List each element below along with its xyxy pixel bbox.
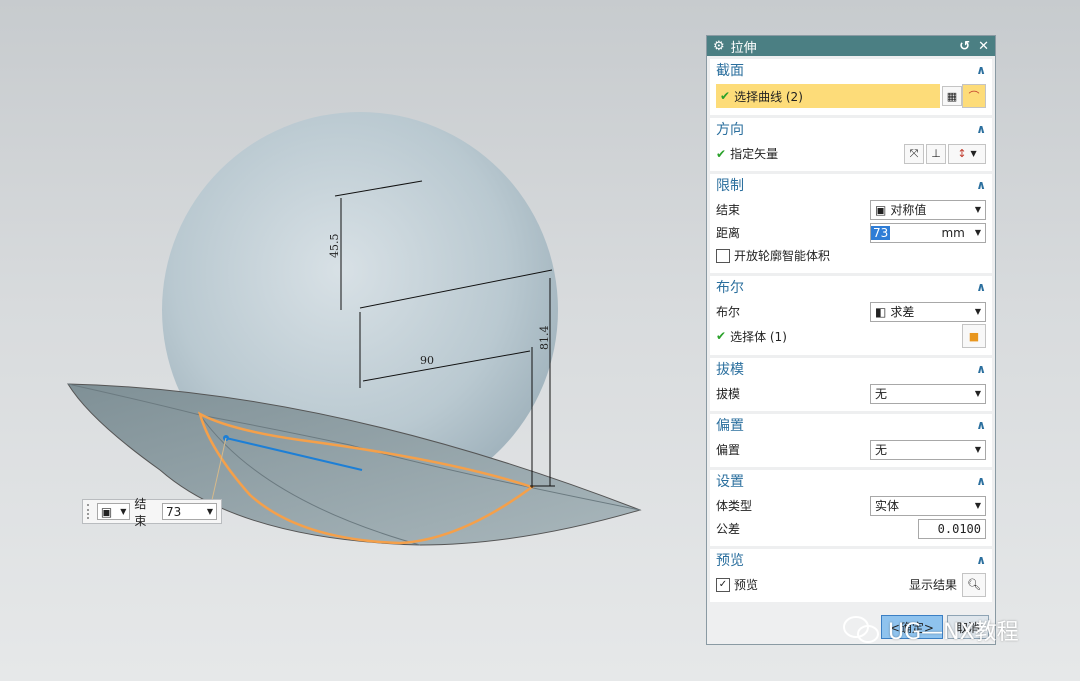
limits-panel: 限制 ∧ 结束 ▣ 对称值 ▼ 距离 73 mm ▼ 开放轮廓智能体积 — [710, 174, 992, 273]
collapse-icon[interactable]: ∧ — [976, 474, 986, 488]
body-type-dropdown[interactable]: 实体 ▼ — [870, 495, 986, 516]
subtract-icon: ◧ — [875, 304, 887, 319]
offset-panel-header[interactable]: 偏置 ∧ — [710, 414, 992, 436]
dialog-titlebar[interactable]: ⚙ 拉伸 ↺ ✕ — [707, 36, 995, 56]
magnifier-icon[interactable]: 🔍︎ — [962, 572, 986, 597]
check-icon: ✔ — [716, 329, 727, 343]
dimension-d3[interactable]: 81.4 — [538, 326, 551, 351]
curve-select-icon[interactable]: ⌒ — [962, 84, 986, 108]
close-icon[interactable]: ✕ — [978, 39, 989, 54]
graphics-viewport[interactable]: 45.5 90 81.4 — [0, 0, 700, 681]
collapse-icon[interactable]: ∧ — [976, 280, 986, 294]
preview-checkbox[interactable]: ✓ — [716, 577, 730, 592]
select-body-icon[interactable]: ■ — [962, 324, 986, 348]
extrude-dialog: ⚙ 拉伸 ↺ ✕ 截面 ∧ ✔ 选择曲线 (2) ▦ ⌒ 方向 ∧ ✔ 指定矢量… — [706, 35, 996, 645]
on-screen-input-widget: ▣ ▼ 结束 73 ▼ — [82, 497, 222, 528]
cube-icon: ▣ — [100, 504, 113, 519]
gear-icon[interactable]: ⚙ — [713, 39, 725, 54]
preview-panel-header[interactable]: 预览 ∧ — [710, 549, 992, 571]
tolerance-input[interactable]: 0.0100 — [918, 518, 986, 539]
settings-panel-header[interactable]: 设置 ∧ — [710, 470, 992, 492]
dialog-title: 拉伸 — [730, 40, 757, 56]
boolean-panel-header[interactable]: 布尔 ∧ — [710, 276, 992, 298]
direction-panel-header[interactable]: 方向 ∧ — [710, 118, 992, 140]
drag-grip-icon[interactable] — [87, 504, 93, 519]
vector-dialog-icon[interactable]: ⊥ — [926, 143, 946, 164]
wechat-icon — [843, 616, 879, 643]
reverse-direction-icon[interactable]: ⤧ — [904, 143, 924, 164]
collapse-icon[interactable]: ∧ — [976, 553, 986, 567]
draft-dropdown[interactable]: 无 ▼ — [870, 383, 986, 404]
check-icon: ✔ — [720, 89, 731, 103]
offset-dropdown[interactable]: 无 ▼ — [870, 439, 986, 460]
draft-panel: 拔模 ∧ 拔模 无 ▼ — [710, 358, 992, 411]
offset-panel: 偏置 ∧ 偏置 无 ▼ — [710, 414, 992, 467]
cube-icon: ▣ — [875, 202, 887, 217]
open-profile-checkbox[interactable] — [716, 248, 730, 263]
draft-panel-header[interactable]: 拔模 ∧ — [710, 358, 992, 380]
end-type-dropdown[interactable]: ▣ ▼ — [96, 503, 131, 520]
check-icon: ✔ — [716, 146, 727, 161]
boolean-panel: 布尔 ∧ 布尔 ◧ 求差 ▼ ✔ 选择体 (1) ■ — [710, 276, 992, 355]
end-dropdown[interactable]: ▣ 对称值 ▼ — [870, 199, 986, 220]
watermark: UG—NX教程 — [842, 614, 1019, 646]
boolean-dropdown[interactable]: ◧ 求差 ▼ — [870, 301, 986, 322]
limits-panel-header[interactable]: 限制 ∧ — [710, 174, 992, 196]
dimension-d1[interactable]: 45.5 — [328, 234, 341, 259]
dimension-d2[interactable]: 90 — [420, 354, 434, 367]
direction-panel: 方向 ∧ ✔ 指定矢量 ⤧ ⊥ ↕ ▼ — [710, 118, 992, 171]
section-panel: 截面 ∧ ✔ 选择曲线 (2) ▦ ⌒ — [710, 59, 992, 115]
preview-panel: 预览 ∧ ✓ 预览 显示结果 🔍︎ — [710, 549, 992, 602]
collapse-icon[interactable]: ∧ — [976, 418, 986, 432]
end-label: 结束 — [134, 496, 147, 528]
collapse-icon[interactable]: ∧ — [976, 178, 986, 192]
settings-panel: 设置 ∧ 体类型 实体 ▼ 公差 0.0100 — [710, 470, 992, 546]
collapse-icon[interactable]: ∧ — [976, 63, 986, 77]
distance-input[interactable]: 73 mm ▼ — [870, 222, 986, 243]
vector-type-dropdown[interactable]: ↕ ▼ — [948, 143, 986, 164]
end-value-input[interactable]: 73 ▼ — [161, 503, 217, 520]
collapse-icon[interactable]: ∧ — [976, 122, 986, 136]
sketch-section-icon[interactable]: ▦ — [942, 86, 962, 106]
section-panel-header[interactable]: 截面 ∧ — [710, 59, 992, 81]
collapse-icon[interactable]: ∧ — [976, 362, 986, 376]
select-curve-row[interactable]: ✔ 选择曲线 (2) — [716, 84, 940, 108]
reset-icon[interactable]: ↺ — [959, 39, 970, 54]
